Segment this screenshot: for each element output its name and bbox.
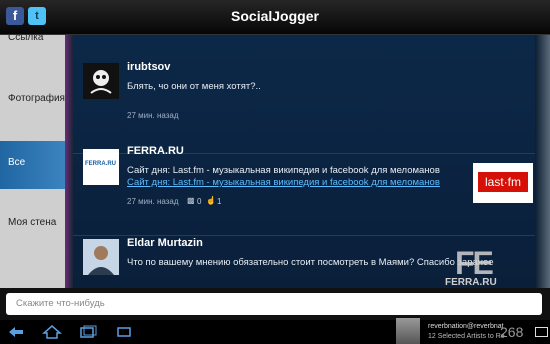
notification-avatar <box>396 318 420 344</box>
compose-bar: Скажите что-нибудь <box>0 288 550 320</box>
like-icon[interactable]: ☝ <box>206 196 216 205</box>
post-text: Что по вашему мнению обязательно стоит п… <box>127 257 494 268</box>
sidebar-item-label: Фотография <box>8 93 65 104</box>
feed[interactable]: irubtsov Блять, чо они от меня хотят?.. … <box>73 35 535 288</box>
notification-title[interactable]: reverbnation@reverbnat <box>428 323 504 330</box>
post-time: 27 мин. назад <box>127 111 179 120</box>
watermark: FE FERRA.RU <box>445 245 497 288</box>
post-link[interactable]: Сайт дня: Last.fm - музыкальная википеди… <box>127 177 440 188</box>
sidebar-item-all[interactable]: Все <box>0 141 70 189</box>
post-author[interactable]: FERRA.RU <box>127 145 184 157</box>
home-icon[interactable] <box>42 324 62 340</box>
back-icon[interactable] <box>6 324 26 340</box>
avatar <box>83 63 119 99</box>
comment-count: 0 <box>197 197 202 206</box>
sidebar-item-my-wall[interactable]: Моя стена <box>0 217 70 233</box>
status-input[interactable]: Скажите что-нибудь <box>6 293 542 315</box>
post-author[interactable]: Eldar Murtazin <box>127 237 203 249</box>
avatar <box>83 239 119 275</box>
scroll-edge <box>535 35 550 288</box>
post-author[interactable]: irubtsov <box>127 61 170 73</box>
app-title: SocialJogger <box>231 8 319 24</box>
comment-icon[interactable]: ▩ <box>187 196 195 205</box>
title-bar: f t SocialJogger <box>0 0 550 35</box>
sidebar-item-label: Моя стена <box>8 217 57 228</box>
post-text: Блять, чо они от меня хотят?.. <box>127 81 261 92</box>
menu-icon[interactable] <box>114 324 134 340</box>
sidebar-item-label: Ссылка <box>8 35 44 43</box>
like-count: 1 <box>217 197 222 206</box>
post-time: 27 мин. назад <box>127 197 179 206</box>
sidebar-divider <box>65 35 73 288</box>
post-text: Сайт дня: Last.fm - музыкальная википеди… <box>127 165 440 176</box>
list-item[interactable]: FERRA.RU FERRA.RU Сайт дня: Last.fm - му… <box>73 139 535 236</box>
lastfm-logo: last·fm <box>478 172 528 192</box>
sidebar-item-photo[interactable]: Фотография <box>0 93 70 109</box>
recent-apps-icon[interactable] <box>78 324 98 340</box>
mail-icon[interactable] <box>535 327 548 337</box>
avatar-label: FERRA.RU <box>85 161 116 167</box>
notification-text[interactable]: 12 Selected Artists to Re <box>428 333 505 340</box>
avatar: FERRA.RU <box>83 149 119 185</box>
notification-count: 268 <box>500 324 524 340</box>
link-thumbnail[interactable]: last·fm <box>473 163 533 203</box>
sidebar: Ссылка Фотография Все Моя стена <box>0 35 70 288</box>
sidebar-item-link[interactable]: Ссылка <box>0 35 70 53</box>
sidebar-item-label: Все <box>8 157 26 168</box>
